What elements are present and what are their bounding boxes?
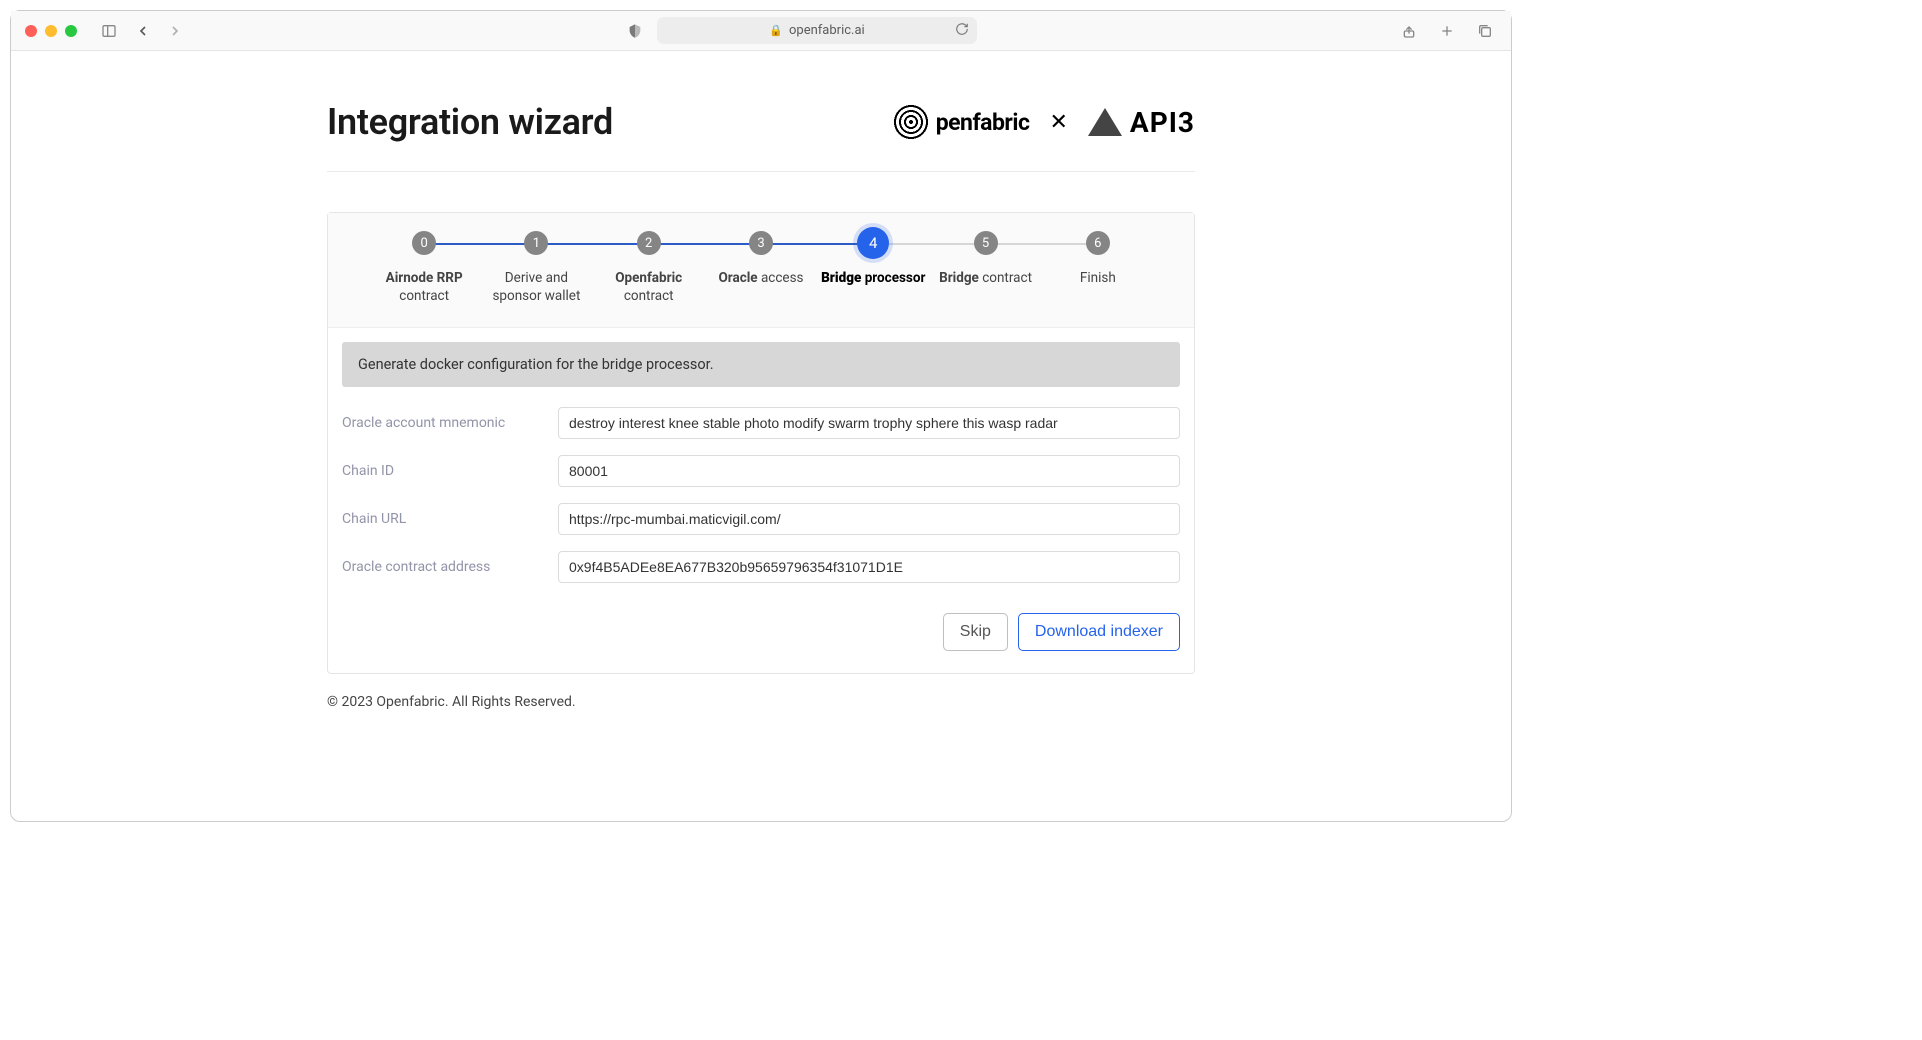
form: Oracle account mnemonic Chain ID Chain U…: [328, 401, 1194, 613]
logo-separator: ✕: [1049, 110, 1067, 135]
step-label: Bridge processor: [821, 269, 925, 287]
privacy-shield-icon[interactable]: [623, 19, 647, 43]
step-label: Derive and sponsor wallet: [480, 269, 592, 305]
lock-icon: 🔒: [769, 24, 783, 37]
openfabric-icon: [892, 103, 930, 141]
page-header: Integration wizard penfabric ✕ API3: [327, 101, 1195, 172]
form-label: Oracle contract address: [342, 559, 558, 575]
form-row-chain-id: Chain ID: [342, 455, 1180, 487]
step-label: Airnode RRP contract: [368, 269, 480, 305]
sidebar-toggle-icon[interactable]: [97, 19, 121, 43]
page-content: Integration wizard penfabric ✕ API3 0: [11, 51, 1511, 710]
form-row-chain-url: Chain URL: [342, 503, 1180, 535]
browser-toolbar: 🔒 openfabric.ai: [11, 11, 1511, 51]
partner-logos: penfabric ✕ API3: [892, 103, 1195, 141]
stepper: 0 Airnode RRP contract 1 Derive and spon…: [328, 213, 1194, 328]
oracle-mnemonic-input[interactable]: [558, 407, 1180, 439]
form-label: Chain ID: [342, 463, 558, 479]
step-connector: [986, 243, 1098, 245]
step-connector: [424, 243, 536, 245]
chain-url-input[interactable]: [558, 503, 1180, 535]
step-connector: [536, 243, 648, 245]
minimize-window-button[interactable]: [45, 25, 57, 37]
url-text: openfabric.ai: [789, 23, 865, 38]
wizard-panel: 0 Airnode RRP contract 1 Derive and spon…: [327, 212, 1195, 674]
step-connector: [649, 243, 761, 245]
page-title: Integration wizard: [327, 101, 613, 143]
browser-right-controls: [1397, 19, 1497, 43]
tab-overview-icon[interactable]: [1473, 19, 1497, 43]
action-buttons: Skip Download indexer: [328, 613, 1194, 673]
close-window-button[interactable]: [25, 25, 37, 37]
form-row-mnemonic: Oracle account mnemonic: [342, 407, 1180, 439]
skip-button[interactable]: Skip: [943, 613, 1008, 651]
share-icon[interactable]: [1397, 19, 1421, 43]
chain-id-input[interactable]: [558, 455, 1180, 487]
openfabric-logo: penfabric: [892, 103, 1030, 141]
step-description: Generate docker configuration for the br…: [342, 342, 1180, 387]
form-row-contract-address: Oracle contract address: [342, 551, 1180, 583]
form-label: Oracle account mnemonic: [342, 415, 558, 431]
nav-arrows: [131, 19, 187, 43]
download-indexer-button[interactable]: Download indexer: [1018, 613, 1180, 651]
new-tab-icon[interactable]: [1435, 19, 1459, 43]
address-bar[interactable]: 🔒 openfabric.ai: [657, 17, 977, 44]
step-label: Finish: [1080, 269, 1116, 287]
back-button[interactable]: [131, 19, 155, 43]
api3-logo: API3: [1088, 106, 1195, 139]
openfabric-wordmark: penfabric: [936, 109, 1030, 136]
step-label: Bridge contract: [939, 269, 1032, 287]
step-number: 5: [974, 231, 998, 255]
refresh-icon[interactable]: [955, 22, 969, 40]
api3-icon: [1088, 108, 1122, 136]
form-label: Chain URL: [342, 511, 558, 527]
step-number: 0: [412, 231, 436, 255]
footer-copyright: © 2023 Openfabric. All Rights Reserved.: [327, 694, 1195, 710]
step-airnode-rrp[interactable]: 0 Airnode RRP contract: [368, 231, 480, 305]
window-controls: [25, 25, 77, 37]
oracle-contract-address-input[interactable]: [558, 551, 1180, 583]
maximize-window-button[interactable]: [65, 25, 77, 37]
step-label: Oracle access: [718, 269, 803, 287]
step-number: 3: [749, 231, 773, 255]
forward-button[interactable]: [163, 19, 187, 43]
step-number: 6: [1086, 231, 1110, 255]
step-label: Openfabric contract: [593, 269, 705, 305]
step-number: 1: [524, 231, 548, 255]
step-number: 4: [857, 227, 889, 259]
step-number: 2: [637, 231, 661, 255]
api3-wordmark: API3: [1130, 106, 1195, 139]
step-connector: [873, 243, 985, 245]
